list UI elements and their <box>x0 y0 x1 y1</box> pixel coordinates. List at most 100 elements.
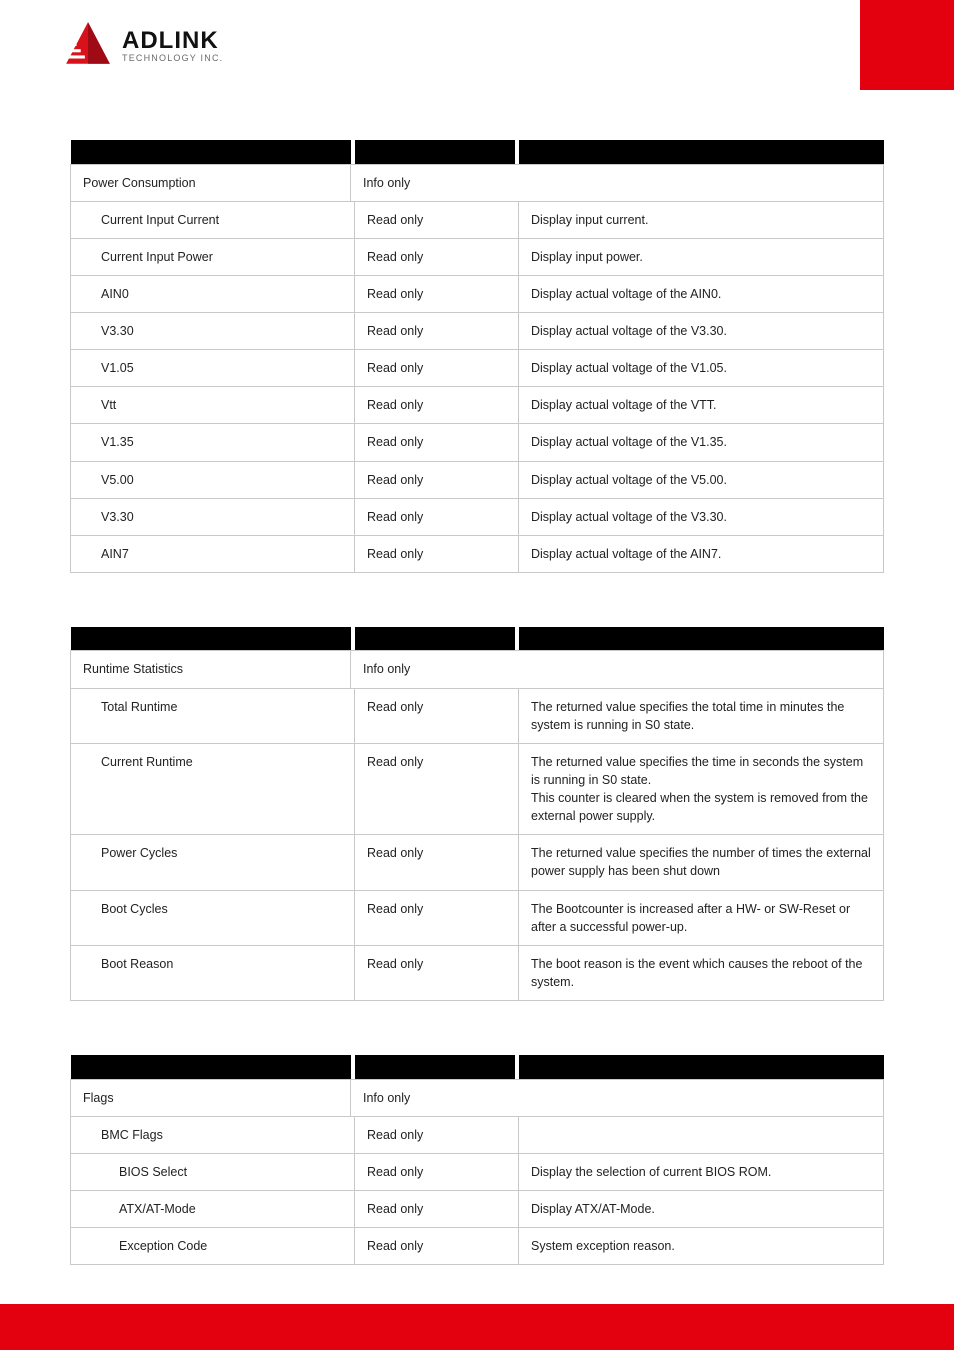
cell-description: Display actual voltage of the V3.30. <box>519 313 884 350</box>
table-row: AIN0Read onlyDisplay actual voltage of t… <box>71 275 884 312</box>
cell-description: The returned value specifies the time in… <box>519 743 884 835</box>
cell-option: Read only <box>355 461 519 498</box>
config-table: FlagsInfo onlyBMC FlagsRead onlyBIOS Sel… <box>70 1055 884 1265</box>
cell-feature: Boot Reason <box>71 945 355 1000</box>
cell-description: System exception reason. <box>519 1228 884 1265</box>
cell-feature: V5.00 <box>71 461 355 498</box>
table-row: Current RuntimeRead onlyThe returned val… <box>71 743 884 835</box>
cell-option: Read only <box>355 535 519 572</box>
table-section-row: Power ConsumptionInfo only <box>71 164 884 201</box>
cell-feature: V3.30 <box>71 498 355 535</box>
col-header-feature <box>71 1055 351 1079</box>
cell-description: The returned value specifies the total t… <box>519 688 884 743</box>
table-row: Boot CyclesRead onlyThe Bootcounter is i… <box>71 890 884 945</box>
cell-description: The boot reason is the event which cause… <box>519 945 884 1000</box>
cell-feature: Total Runtime <box>71 688 355 743</box>
cell-feature: V3.30 <box>71 313 355 350</box>
cell-feature: Power Cycles <box>71 835 355 890</box>
config-table: Runtime StatisticsInfo onlyTotal Runtime… <box>70 627 884 1001</box>
col-header-feature <box>71 627 351 651</box>
cell-option: Read only <box>355 424 519 461</box>
footer-red-bar <box>0 1304 954 1350</box>
table-row: V3.30Read onlyDisplay actual voltage of … <box>71 498 884 535</box>
cell-option: Read only <box>355 498 519 535</box>
section-feature: Runtime Statistics <box>71 651 351 688</box>
cell-option: Read only <box>355 835 519 890</box>
cell-description: Display the selection of current BIOS RO… <box>519 1153 884 1190</box>
col-header-description <box>519 140 884 164</box>
cell-option: Read only <box>355 890 519 945</box>
cell-option: Read only <box>355 238 519 275</box>
page-content: Power ConsumptionInfo onlyCurrent Input … <box>0 90 954 1265</box>
table-row: BMC FlagsRead only <box>71 1116 884 1153</box>
config-table: Power ConsumptionInfo onlyCurrent Input … <box>70 140 884 573</box>
col-header-feature <box>71 140 351 164</box>
cell-description: Display input current. <box>519 201 884 238</box>
cell-option: Read only <box>355 1153 519 1190</box>
table-row: Exception CodeRead onlySystem exception … <box>71 1228 884 1265</box>
cell-feature: Vtt <box>71 387 355 424</box>
cell-description: Display ATX/AT-Mode. <box>519 1190 884 1227</box>
section-option: Info only <box>351 164 884 201</box>
cell-option: Read only <box>355 350 519 387</box>
cell-option: Read only <box>355 1116 519 1153</box>
cell-feature: Current Input Power <box>71 238 355 275</box>
cell-option: Read only <box>355 275 519 312</box>
cell-description: Display actual voltage of the AIN0. <box>519 275 884 312</box>
cell-option: Read only <box>355 201 519 238</box>
table-row: VttRead onlyDisplay actual voltage of th… <box>71 387 884 424</box>
cell-option: Read only <box>355 387 519 424</box>
header-red-accent <box>860 0 954 90</box>
cell-description: Display actual voltage of the V1.05. <box>519 350 884 387</box>
cell-description: Display actual voltage of the AIN7. <box>519 535 884 572</box>
cell-description: Display actual voltage of the V1.35. <box>519 424 884 461</box>
cell-description: Display actual voltage of the VTT. <box>519 387 884 424</box>
brand-name: ADLINK <box>122 27 223 55</box>
section-option: Info only <box>351 651 884 688</box>
brand-sub: TECHNOLOGY INC. <box>122 53 223 63</box>
cell-feature: Exception Code <box>71 1228 355 1265</box>
section-feature: Flags <box>71 1079 351 1116</box>
cell-feature: Current Runtime <box>71 743 355 835</box>
cell-description: Display actual voltage of the V5.00. <box>519 461 884 498</box>
table-row: AIN7Read onlyDisplay actual voltage of t… <box>71 535 884 572</box>
section-feature: Power Consumption <box>71 164 351 201</box>
table-row: V5.00Read onlyDisplay actual voltage of … <box>71 461 884 498</box>
cell-option: Read only <box>355 1190 519 1227</box>
cell-description <box>519 1116 884 1153</box>
col-header-description <box>519 1055 884 1079</box>
col-header-option <box>355 1055 515 1079</box>
table-row: Power CyclesRead onlyThe returned value … <box>71 835 884 890</box>
table-row: Current Input CurrentRead onlyDisplay in… <box>71 201 884 238</box>
section-option: Info only <box>351 1079 884 1116</box>
table-row: V3.30Read onlyDisplay actual voltage of … <box>71 313 884 350</box>
cell-feature: AIN7 <box>71 535 355 572</box>
col-header-option <box>355 140 515 164</box>
cell-description: The returned value specifies the number … <box>519 835 884 890</box>
table-row: BIOS SelectRead onlyDisplay the selectio… <box>71 1153 884 1190</box>
cell-feature: AIN0 <box>71 275 355 312</box>
table-row: Current Input PowerRead onlyDisplay inpu… <box>71 238 884 275</box>
cell-option: Read only <box>355 688 519 743</box>
cell-feature: BMC Flags <box>71 1116 355 1153</box>
cell-description: The Bootcounter is increased after a HW-… <box>519 890 884 945</box>
adlink-logo: ADLINK TECHNOLOGY INC. <box>62 14 267 76</box>
cell-feature: Current Input Current <box>71 201 355 238</box>
cell-feature: Boot Cycles <box>71 890 355 945</box>
cell-description: Display actual voltage of the V3.30. <box>519 498 884 535</box>
cell-feature: V1.35 <box>71 424 355 461</box>
table-row: V1.35Read onlyDisplay actual voltage of … <box>71 424 884 461</box>
col-header-description <box>519 627 884 651</box>
table-section-row: FlagsInfo only <box>71 1079 884 1116</box>
adlink-logo-icon <box>62 19 114 71</box>
table-section-row: Runtime StatisticsInfo only <box>71 651 884 688</box>
cell-description: Display input power. <box>519 238 884 275</box>
table-row: Boot ReasonRead onlyThe boot reason is t… <box>71 945 884 1000</box>
table-row: V1.05Read onlyDisplay actual voltage of … <box>71 350 884 387</box>
cell-option: Read only <box>355 1228 519 1265</box>
table-row: Total RuntimeRead onlyThe returned value… <box>71 688 884 743</box>
table-row: ATX/AT-ModeRead onlyDisplay ATX/AT-Mode. <box>71 1190 884 1227</box>
col-header-option <box>355 627 515 651</box>
cell-feature: BIOS Select <box>71 1153 355 1190</box>
page-header: ADLINK TECHNOLOGY INC. <box>0 0 954 90</box>
